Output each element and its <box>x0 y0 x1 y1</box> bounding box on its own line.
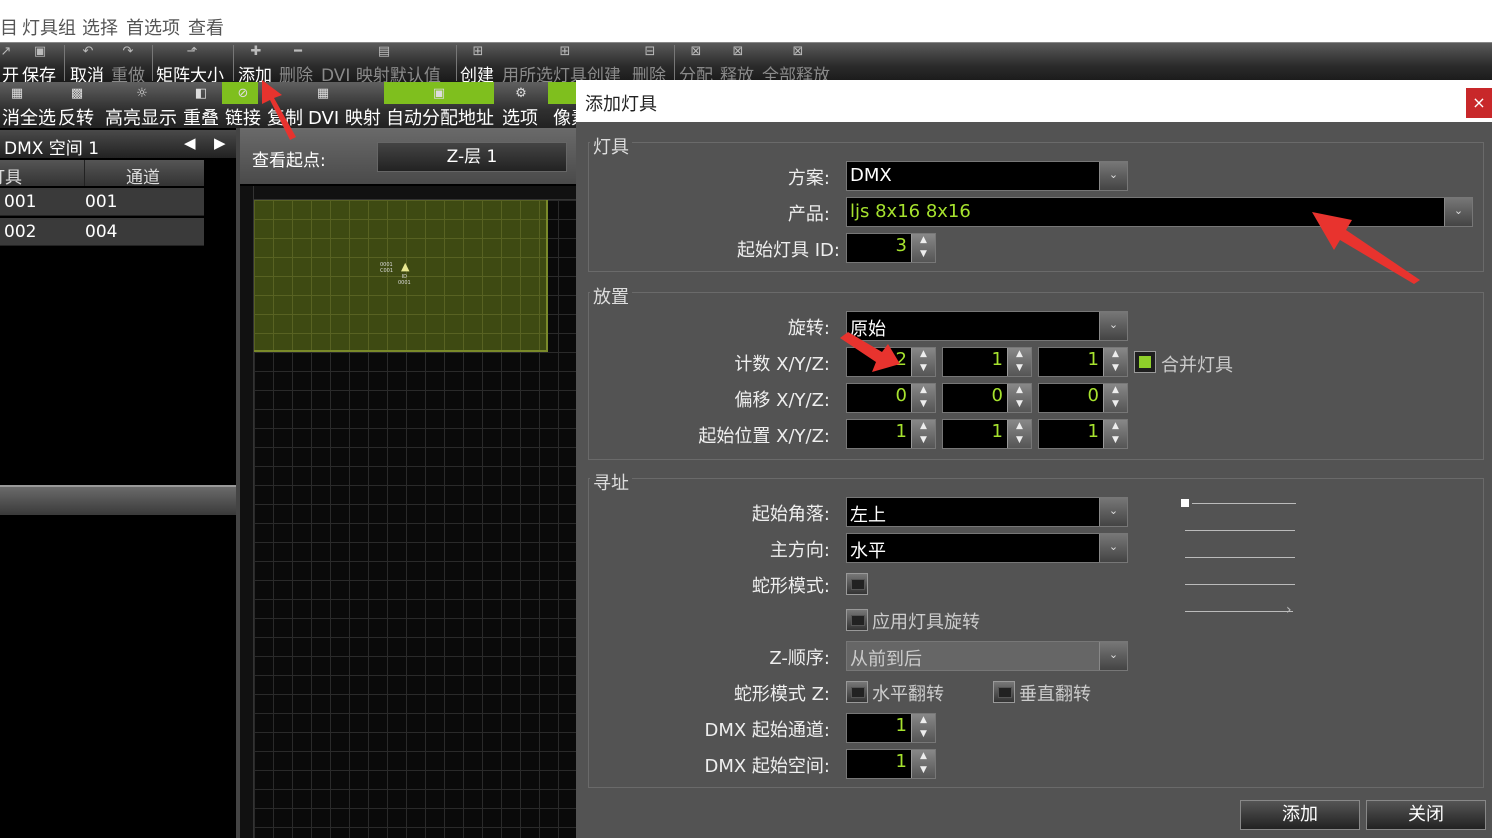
annotation-arrow-add <box>262 80 296 140</box>
annotation-arrow-count <box>840 332 900 372</box>
annotation-arrows <box>262 80 1420 372</box>
annotation-arrow-product <box>1312 212 1420 284</box>
